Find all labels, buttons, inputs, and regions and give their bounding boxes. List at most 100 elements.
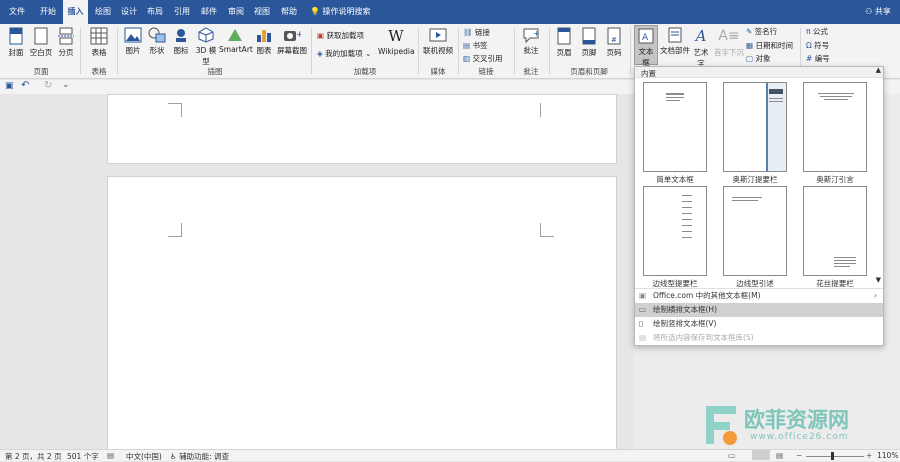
zoom-level[interactable]: 110% bbox=[877, 451, 898, 460]
save-icon[interactable]: ▣ bbox=[5, 81, 14, 91]
page-break-button[interactable]: 分页 bbox=[55, 27, 77, 58]
gallery-thumb-austin-quote[interactable] bbox=[803, 82, 867, 172]
tab-review[interactable]: 审阅 bbox=[223, 0, 249, 24]
web-layout-icon[interactable]: ▤ bbox=[776, 451, 783, 460]
icons-button[interactable]: 图标 bbox=[171, 27, 191, 56]
gallery-thumb-sideline-sidebar[interactable] bbox=[643, 186, 707, 276]
print-layout-icon[interactable] bbox=[752, 450, 770, 460]
tab-view[interactable]: 视图 bbox=[250, 0, 274, 24]
online-video-button[interactable]: 联机视频 bbox=[422, 27, 454, 56]
textbox-icon: A bbox=[638, 28, 654, 44]
object-button[interactable]: ▢ 对象 bbox=[746, 53, 770, 64]
table-button[interactable]: 表格 bbox=[86, 27, 112, 58]
menu-item-save-selection[interactable]: ▤ 将所选内容保存到文本框库(S) bbox=[635, 331, 883, 345]
svg-text:+: + bbox=[533, 29, 540, 38]
thumb-line bbox=[682, 237, 692, 238]
blank-page-button[interactable]: 空白页 bbox=[29, 27, 53, 58]
video-icon bbox=[429, 28, 447, 42]
scroll-down-icon[interactable]: ▼ bbox=[876, 276, 881, 284]
zoom-slider-thumb[interactable] bbox=[831, 452, 834, 460]
gallery-thumb-filigree-sidebar[interactable] bbox=[803, 186, 867, 276]
screenshot-button[interactable]: + 屏幕截图 bbox=[276, 27, 308, 56]
thumb-line bbox=[834, 266, 850, 267]
margin-corner bbox=[168, 103, 182, 104]
page-number-button[interactable]: # 页码 bbox=[603, 27, 625, 58]
get-addins-button[interactable]: ▣ 获取加载项 bbox=[317, 30, 364, 41]
tab-design[interactable]: 设计 bbox=[117, 0, 141, 24]
header-button[interactable]: 页眉 bbox=[553, 27, 575, 58]
gallery-label: 奥斯汀引言 bbox=[816, 175, 854, 184]
watermark-url: www.office26.com bbox=[750, 432, 849, 442]
customize-toolbar-icon[interactable]: ⌄ bbox=[62, 80, 70, 90]
zoom-slider[interactable] bbox=[806, 456, 864, 457]
proofing-icon[interactable]: ▤ bbox=[107, 451, 114, 460]
focus-mode-icon[interactable]: ▭ bbox=[728, 451, 735, 460]
icons-icon bbox=[176, 29, 186, 42]
drop-cap-button[interactable]: A≡ 首字下沉 bbox=[714, 27, 744, 58]
gallery-thumb-austin-sidebar[interactable] bbox=[723, 82, 787, 172]
date-time-button[interactable]: ▦ 日期和时间 bbox=[746, 40, 793, 51]
language-status[interactable]: 中文(中国) bbox=[126, 451, 162, 462]
undo-icon[interactable]: ↶ bbox=[21, 80, 29, 91]
smartart-button[interactable]: SmartArt bbox=[219, 27, 253, 54]
tab-references[interactable]: 引用 bbox=[169, 0, 195, 24]
cover-page-button[interactable]: 封面 bbox=[5, 27, 27, 58]
footer-button[interactable]: 页脚 bbox=[578, 27, 600, 58]
equation-button[interactable]: π 公式 bbox=[806, 26, 828, 37]
zoom-out-icon[interactable]: − bbox=[796, 451, 802, 460]
page-2[interactable] bbox=[107, 176, 617, 451]
link-button[interactable]: ⛓ 链接 bbox=[463, 27, 490, 38]
cross-reference-button[interactable]: ▥ 交叉引用 bbox=[463, 53, 502, 64]
my-addins-button[interactable]: ◈ 我的加载项 ⌄ bbox=[317, 48, 371, 59]
tab-layout[interactable]: 布局 bbox=[143, 0, 167, 24]
textbox-button[interactable]: A 文本框 bbox=[634, 25, 658, 67]
shapes-button[interactable]: 形状 bbox=[146, 27, 168, 56]
3d-models-button[interactable]: 3D 模型 bbox=[194, 27, 218, 67]
group-comments-label: 批注 bbox=[523, 67, 539, 76]
gallery-thumb-sideline-quote[interactable] bbox=[723, 186, 787, 276]
menu-item-draw-vertical-textbox[interactable]: ▯ 绘制竖排文本框(V) bbox=[635, 317, 883, 331]
page-count-status[interactable]: 第 2 页，共 2 页 bbox=[5, 451, 62, 462]
thumb-line bbox=[682, 201, 692, 202]
menu-item-draw-horizontal-textbox[interactable]: ▭ 绘制横排文本框(H) bbox=[635, 303, 883, 317]
share-button[interactable]: ⚇ 共享 bbox=[860, 0, 896, 24]
accessibility-status[interactable]: ♿ 辅助功能: 调查 bbox=[170, 451, 229, 462]
thumb-line bbox=[769, 101, 783, 102]
gallery-thumb-simple[interactable] bbox=[643, 82, 707, 172]
document-parts-button[interactable]: 文档部件 bbox=[660, 27, 690, 56]
tab-help[interactable]: 帮助 bbox=[276, 0, 302, 24]
zoom-in-icon[interactable]: + bbox=[866, 451, 872, 460]
tab-mailings[interactable]: 邮件 bbox=[196, 0, 222, 24]
signature-icon: ✎ bbox=[746, 27, 753, 36]
group-addins-label: 加载项 bbox=[353, 67, 377, 76]
ribbon-separator bbox=[458, 28, 459, 74]
wordart-button[interactable]: A 艺术字 bbox=[690, 27, 712, 69]
group-tables-label: 表格 bbox=[91, 67, 107, 76]
horizontal-textbox-icon: ▭ bbox=[639, 305, 647, 314]
menu-item-more-textboxes[interactable]: ▣ Office.com 中的其他文本框(M) › bbox=[635, 289, 883, 303]
tell-me-search[interactable]: 💡 操作说明搜索 bbox=[310, 0, 380, 24]
signature-line-button[interactable]: ✎ 签名行 bbox=[746, 26, 777, 37]
comment-button[interactable]: + 批注 bbox=[518, 27, 544, 56]
bookmark-button[interactable]: ▤ 书签 bbox=[463, 40, 487, 51]
tab-file[interactable]: 文件 bbox=[4, 0, 30, 24]
symbol-button[interactable]: Ω 符号 bbox=[806, 40, 829, 51]
chart-button[interactable]: 图表 bbox=[254, 27, 274, 56]
calendar-icon: ▦ bbox=[746, 41, 754, 50]
tab-draw[interactable]: 绘图 bbox=[90, 0, 116, 24]
number-button[interactable]: # 编号 bbox=[806, 53, 830, 64]
person-icon: ⚇ bbox=[865, 7, 873, 16]
comment-icon: + bbox=[523, 28, 540, 43]
ribbon-separator bbox=[549, 28, 550, 74]
page-1-bottom[interactable] bbox=[107, 94, 617, 164]
gallery-label: 简单文本框 bbox=[656, 175, 694, 184]
tab-insert[interactable]: 插入 bbox=[63, 0, 88, 24]
wikipedia-button[interactable]: W Wikipedia bbox=[378, 27, 415, 56]
pictures-button[interactable]: 图片 bbox=[122, 27, 144, 56]
word-count-status[interactable]: 501 个字 bbox=[67, 451, 99, 462]
tab-home[interactable]: 开始 bbox=[34, 0, 62, 24]
thumb-line bbox=[666, 97, 684, 98]
redo-icon[interactable]: ↻ bbox=[44, 80, 52, 91]
document-parts-icon bbox=[668, 27, 682, 43]
scroll-up-icon[interactable]: ▲ bbox=[876, 66, 881, 74]
